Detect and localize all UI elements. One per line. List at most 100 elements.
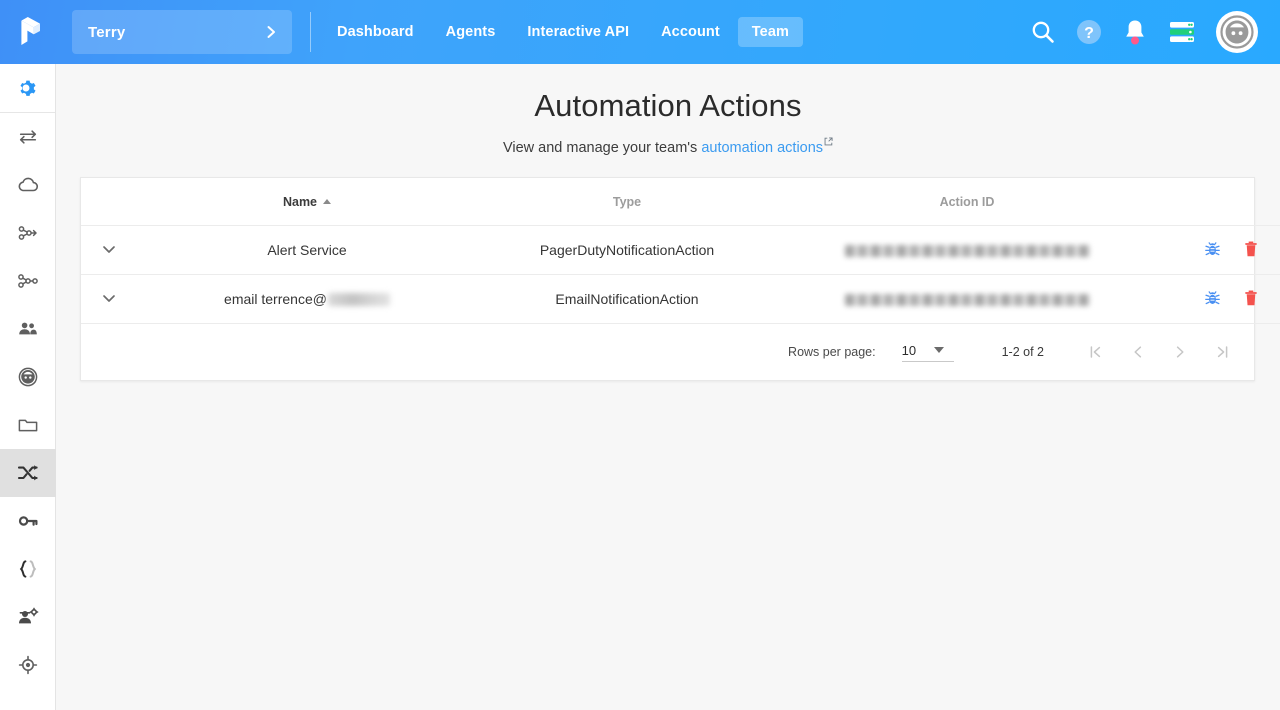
sidebar-item-settings[interactable] [0,64,56,112]
shuffle-arrows-icon [17,465,38,481]
sidebar-item-target[interactable] [0,641,56,689]
table-pagination: Rows per page: 10 1-2 of 2 [81,324,1254,380]
rows-per-page-select[interactable]: 10 [901,342,954,362]
search-icon [1032,21,1054,43]
row-name-text: Alert Service [267,242,347,259]
sidebar-item-cloud[interactable] [0,161,56,209]
person-gear-icon [19,607,39,624]
sidebar-item-profile[interactable] [0,353,56,401]
column-header-name[interactable]: Name [137,177,477,227]
chevron-left-icon [1134,346,1142,358]
chevron-down-icon[interactable] [99,288,119,308]
column-header-action-id[interactable]: Action ID [777,177,1157,227]
redacted-action-id [845,294,1090,307]
row-type-cell: EmailNotificationAction [477,274,777,325]
column-header-type[interactable]: Type [477,177,777,227]
chevron-right-icon [267,26,275,38]
svg-text:?: ? [1084,25,1094,42]
nav-item-interactive-api[interactable]: Interactive API [513,17,643,47]
redacted-action-id [845,245,1090,258]
test-action-button[interactable] [1204,241,1221,258]
sidebar-item-transfers[interactable] [0,113,56,161]
rows-per-page-label: Rows per page: [788,345,876,360]
last-page-button[interactable] [1214,343,1230,361]
first-page-button[interactable] [1088,343,1104,361]
rows-per-page-value: 10 [901,342,917,358]
left-sidebar [0,64,56,710]
transfer-arrows-icon [19,130,37,144]
automation-actions-table: Name Type Action ID Alert Service PagerD… [81,177,1280,325]
target-icon [18,655,38,675]
caret-down-icon [934,347,945,354]
sidebar-item-users[interactable] [0,305,56,353]
table-header: Name Type Action ID [81,177,1280,227]
table-row[interactable]: email terrence@ EmailNotificationAction [81,274,1280,325]
sidebar-item-add-workflow[interactable] [0,209,56,257]
bug-icon [1204,290,1220,304]
nav-item-team[interactable]: Team [737,17,803,47]
sidebar-item-workflow[interactable] [0,257,56,305]
nav-item-agents[interactable]: Agents [432,17,510,47]
cloud-icon [18,177,39,192]
folder-icon [18,419,38,432]
team-selector[interactable]: Terry [72,10,292,54]
test-action-button[interactable] [1204,290,1221,307]
redacted-email-domain [327,292,390,306]
row-expand-cell[interactable] [81,274,137,325]
row-name-cell: email terrence@ [137,274,477,325]
next-page-button[interactable] [1172,343,1188,361]
notifications-bell-icon [1126,20,1144,45]
key-icon [18,516,38,526]
row-actions-cell [1157,274,1280,325]
automation-actions-table-card: Name Type Action ID Alert Service PagerD… [80,176,1280,382]
row-action-id-cell [777,225,1157,276]
app-logo[interactable] [0,0,56,64]
delete-action-button[interactable] [1243,289,1259,307]
bug-icon [1204,241,1220,255]
column-header-expand [81,177,137,227]
system-status-button[interactable] [1168,19,1196,45]
external-link-icon [824,137,833,146]
trash-icon [1244,241,1257,257]
help-button[interactable]: ? [1076,19,1102,45]
row-name-text: email terrence@ [224,291,327,308]
sidebar-item-code[interactable] [0,545,56,593]
previous-page-button[interactable] [1130,343,1146,361]
sidebar-item-credentials[interactable] [0,497,56,545]
user-avatar-icon [1220,15,1254,49]
column-header-name-label: Name [282,194,318,209]
automation-actions-link[interactable]: automation actions [701,140,823,156]
delete-action-button[interactable] [1243,240,1259,258]
table-row[interactable]: Alert Service PagerDutyNotificationActio… [81,225,1280,276]
row-action-id-cell [777,274,1157,325]
workflow-icon [18,274,38,288]
row-name-cell: Alert Service [137,225,477,276]
notifications-button[interactable] [1122,18,1148,46]
trash-icon [1244,290,1257,306]
sort-ascending-icon [323,198,332,204]
nav-item-account[interactable]: Account [647,17,734,47]
chevron-right-icon [1176,346,1184,358]
pipefy-logo-icon [21,17,40,45]
user-avatar-button[interactable] [1216,11,1258,53]
sidebar-item-files[interactable] [0,401,56,449]
row-type-cell: PagerDutyNotificationAction [477,225,777,276]
nav-item-dashboard[interactable]: Dashboard [323,17,428,47]
sidebar-item-admin[interactable] [0,593,56,641]
system-status-icon [1170,22,1194,42]
last-page-icon [1217,346,1228,359]
search-button[interactable] [1030,19,1056,45]
chevron-down-icon[interactable] [99,239,119,259]
row-actions-cell [1157,225,1280,276]
gear-icon [20,80,36,96]
table-header-row: Name Type Action ID [81,177,1280,227]
sidebar-item-automation-actions[interactable] [0,449,56,497]
column-header-actions [1157,177,1280,227]
row-expand-cell[interactable] [81,225,137,276]
nav-divider [310,12,311,52]
person-circle-icon [18,367,38,387]
team-name: Terry [88,23,126,41]
top-navigation-bar: Terry Dashboard Agents Interactive API A… [0,0,1280,64]
workflow-add-icon [18,226,37,240]
pagination-range: 1-2 of 2 [1001,345,1044,360]
